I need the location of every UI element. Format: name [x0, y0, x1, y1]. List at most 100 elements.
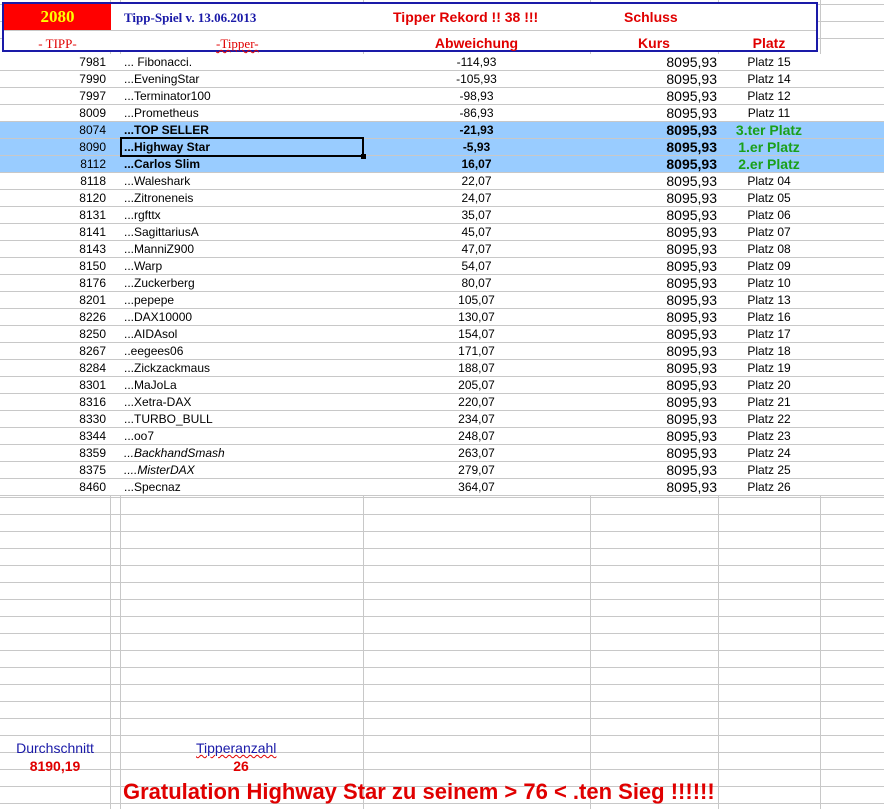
platz-cell[interactable]: Platz 06: [718, 207, 820, 223]
kurs-cell[interactable]: 8095,93: [590, 394, 717, 410]
platz-cell[interactable]: Platz 18: [718, 343, 820, 359]
tipp-cell[interactable]: 8120: [0, 190, 106, 206]
tipper-name-cell[interactable]: ...rgfttx: [124, 207, 161, 223]
abweichung-cell[interactable]: 54,07: [363, 258, 590, 274]
tipper-name-cell[interactable]: ...Zitroneneis: [124, 190, 193, 206]
tipp-cell[interactable]: 8316: [0, 394, 106, 410]
abweichung-cell[interactable]: 263,07: [363, 445, 590, 461]
kurs-cell[interactable]: 8095,93: [590, 173, 717, 189]
kurs-cell[interactable]: 8095,93: [590, 88, 717, 104]
col-header-platz[interactable]: Platz: [718, 35, 820, 52]
schluss-label[interactable]: Schluss: [624, 9, 678, 26]
platz-cell[interactable]: Platz 11: [718, 105, 820, 121]
abweichung-cell[interactable]: 16,07: [363, 156, 590, 172]
kurs-cell[interactable]: 8095,93: [590, 309, 717, 325]
kurs-cell[interactable]: 8095,93: [590, 411, 717, 427]
platz-cell[interactable]: Platz 10: [718, 275, 820, 291]
platz-cell[interactable]: Platz 04: [718, 173, 820, 189]
tipper-count-value[interactable]: 26: [196, 758, 286, 775]
platz-cell[interactable]: Platz 05: [718, 190, 820, 206]
platz-cell[interactable]: Platz 23: [718, 428, 820, 444]
average-label[interactable]: Durchschnitt: [0, 740, 110, 757]
tipper-name-cell[interactable]: ...TOP SELLER: [124, 122, 209, 138]
kurs-cell[interactable]: 8095,93: [590, 105, 717, 121]
abweichung-cell[interactable]: 234,07: [363, 411, 590, 427]
sheet-title[interactable]: Tipp-Spiel v. 13.06.2013: [124, 9, 256, 26]
kurs-cell[interactable]: 8095,93: [590, 428, 717, 444]
tipp-cell[interactable]: 7997: [0, 88, 106, 104]
tipp-cell[interactable]: 8344: [0, 428, 106, 444]
tipp-cell[interactable]: 8226: [0, 309, 106, 325]
tipper-name-cell[interactable]: ...Terminator100: [124, 88, 211, 104]
tipp-cell[interactable]: 8460: [0, 479, 106, 495]
kurs-cell[interactable]: 8095,93: [590, 445, 717, 461]
tipper-name-cell[interactable]: ...Prometheus: [124, 105, 199, 121]
kurs-cell[interactable]: 8095,93: [590, 479, 717, 495]
tipper-name-cell[interactable]: ...Waleshark: [124, 173, 190, 189]
platz-cell[interactable]: Platz 14: [718, 71, 820, 87]
tipp-cell[interactable]: 8118: [0, 173, 106, 189]
kurs-cell[interactable]: 8095,93: [590, 241, 717, 257]
tipper-count-cell[interactable]: 2080: [4, 4, 111, 30]
tipper-name-cell[interactable]: ....MisterDAX: [124, 462, 195, 478]
platz-cell[interactable]: Platz 07: [718, 224, 820, 240]
col-header-tipp[interactable]: - TIPP-: [4, 35, 111, 52]
tipp-cell[interactable]: 8375: [0, 462, 106, 478]
platz-cell[interactable]: 2.er Platz: [718, 156, 820, 172]
tipp-cell[interactable]: 8359: [0, 445, 106, 461]
platz-cell[interactable]: Platz 16: [718, 309, 820, 325]
abweichung-cell[interactable]: 220,07: [363, 394, 590, 410]
tipp-cell[interactable]: 8301: [0, 377, 106, 393]
tipper-name-cell[interactable]: ... Fibonacci.: [124, 54, 192, 70]
col-header-kurs[interactable]: Kurs: [590, 35, 718, 52]
tipp-cell[interactable]: 8176: [0, 275, 106, 291]
tipp-cell[interactable]: 8201: [0, 292, 106, 308]
platz-cell[interactable]: Platz 22: [718, 411, 820, 427]
tipper-name-cell[interactable]: ...Zickzackmaus: [124, 360, 210, 376]
platz-cell[interactable]: Platz 15: [718, 54, 820, 70]
abweichung-cell[interactable]: 24,07: [363, 190, 590, 206]
platz-cell[interactable]: Platz 09: [718, 258, 820, 274]
abweichung-cell[interactable]: 22,07: [363, 173, 590, 189]
platz-cell[interactable]: Platz 25: [718, 462, 820, 478]
kurs-cell[interactable]: 8095,93: [590, 377, 717, 393]
col-header-abweichung[interactable]: Abweichung: [363, 35, 590, 52]
abweichung-cell[interactable]: -5,93: [363, 139, 590, 155]
kurs-cell[interactable]: 8095,93: [590, 224, 717, 240]
average-value[interactable]: 8190,19: [0, 758, 110, 775]
platz-cell[interactable]: 3.ter Platz: [718, 122, 820, 138]
abweichung-cell[interactable]: 205,07: [363, 377, 590, 393]
tipper-name-cell[interactable]: ...DAX10000: [124, 309, 192, 325]
abweichung-cell[interactable]: -21,93: [363, 122, 590, 138]
tipper-name-cell[interactable]: ...AIDAsol: [124, 326, 177, 342]
abweichung-cell[interactable]: 105,07: [363, 292, 590, 308]
tipp-cell[interactable]: 8143: [0, 241, 106, 257]
platz-cell[interactable]: Platz 08: [718, 241, 820, 257]
tipper-name-cell[interactable]: ...MaJoLa: [124, 377, 177, 393]
platz-cell[interactable]: Platz 19: [718, 360, 820, 376]
abweichung-cell[interactable]: 45,07: [363, 224, 590, 240]
tipper-name-cell[interactable]: ...SagittariusA: [124, 224, 199, 240]
kurs-cell[interactable]: 8095,93: [590, 122, 717, 138]
platz-cell[interactable]: Platz 12: [718, 88, 820, 104]
platz-cell[interactable]: 1.er Platz: [718, 139, 820, 155]
kurs-cell[interactable]: 8095,93: [590, 360, 717, 376]
platz-cell[interactable]: Platz 24: [718, 445, 820, 461]
kurs-cell[interactable]: 8095,93: [590, 71, 717, 87]
kurs-cell[interactable]: 8095,93: [590, 54, 717, 70]
kurs-cell[interactable]: 8095,93: [590, 156, 717, 172]
abweichung-cell[interactable]: -86,93: [363, 105, 590, 121]
congratulation-banner[interactable]: Gratulation Highway Star zu seinem > 76 …: [123, 779, 715, 805]
abweichung-cell[interactable]: 188,07: [363, 360, 590, 376]
kurs-cell[interactable]: 8095,93: [590, 462, 717, 478]
col-header-tipper[interactable]: -Tipper-: [216, 35, 259, 52]
tipper-name-cell[interactable]: ...BackhandSmash: [124, 445, 225, 461]
abweichung-cell[interactable]: -114,93: [363, 54, 590, 70]
abweichung-cell[interactable]: 130,07: [363, 309, 590, 325]
kurs-cell[interactable]: 8095,93: [590, 343, 717, 359]
kurs-cell[interactable]: 8095,93: [590, 207, 717, 223]
platz-cell[interactable]: Platz 13: [718, 292, 820, 308]
tipp-cell[interactable]: 8112: [0, 156, 106, 172]
tipp-cell[interactable]: 8330: [0, 411, 106, 427]
tipp-cell[interactable]: 8141: [0, 224, 106, 240]
